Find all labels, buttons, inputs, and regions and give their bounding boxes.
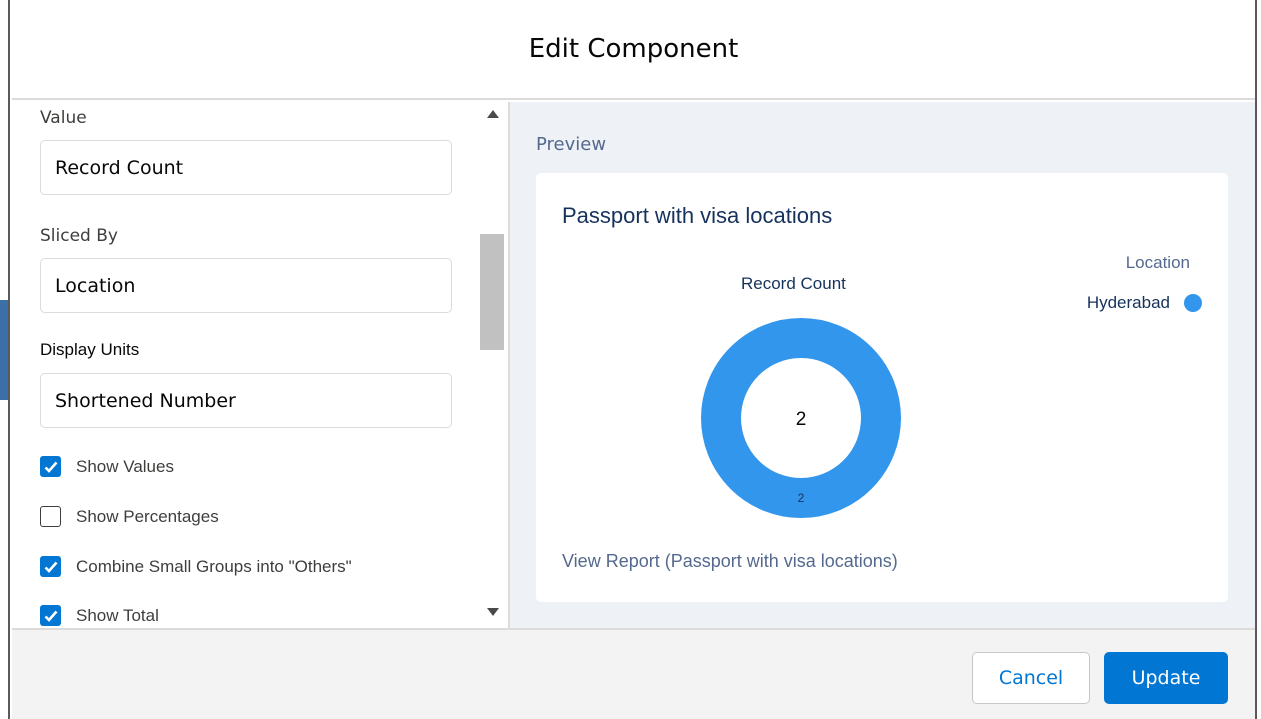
legend-item[interactable]: Hyderabad [1087,293,1202,313]
combine-small-groups-label: Combine Small Groups into "Others" [76,556,352,576]
checkmark-icon [44,610,57,622]
properties-panel: Value Record Count Sliced By Location Di… [12,102,508,628]
show-total-label: Show Total [76,605,159,625]
background-window-edge-right [1255,0,1261,719]
scroll-up-arrow-icon[interactable] [487,110,499,118]
combine-small-groups-checkbox[interactable] [40,556,61,577]
show-total-option[interactable]: Show Total [40,605,159,626]
chart-measure-label: Record Count [741,274,846,293]
show-percentages-option[interactable]: Show Percentages [40,506,219,527]
legend-title: Location [1125,253,1190,272]
donut-chart[interactable]: 22 [696,313,906,523]
show-values-checkbox[interactable] [40,456,61,477]
modal-footer: Cancel Update [12,628,1255,719]
preview-card: Passport with visa locations Record Coun… [536,173,1228,602]
show-percentages-checkbox[interactable] [40,506,61,527]
show-total-checkbox[interactable] [40,605,61,626]
modal-title: Edit Component [528,34,739,64]
checkmark-icon [44,561,57,573]
cancel-button[interactable]: Cancel [972,652,1090,704]
value-label: Value [40,108,87,128]
show-values-option[interactable]: Show Values [40,456,174,477]
edit-component-modal: Edit Component Value Record Count Sliced… [12,0,1255,719]
view-report-link[interactable]: View Report (Passport with visa location… [562,551,898,572]
legend-dot-icon [1184,294,1202,312]
sliced-by-field[interactable]: Location [40,258,452,313]
slice-value-label: 2 [798,491,805,505]
preview-label: Preview [536,134,607,155]
background-window-edge [0,0,10,719]
display-units-field[interactable]: Shortened Number [40,373,452,428]
display-units-label: Display Units [40,340,140,359]
legend-item-label: Hyderabad [1086,293,1170,312]
update-button[interactable]: Update [1104,652,1228,704]
show-percentages-label: Show Percentages [76,506,219,526]
value-field[interactable]: Record Count [40,140,452,195]
scroll-thumb[interactable] [480,234,504,350]
checkmark-icon [44,461,57,473]
scroll-down-arrow-icon[interactable] [487,608,499,616]
donut-total-label: 2 [796,409,807,430]
chart-title: Passport with visa locations [562,203,833,228]
modal-header: Edit Component [12,0,1255,100]
properties-scrollbar[interactable] [478,102,508,628]
show-values-label: Show Values [76,456,174,476]
combine-small-groups-option[interactable]: Combine Small Groups into "Others" [40,556,352,577]
sliced-by-label: Sliced By [40,226,118,246]
preview-panel: Preview Passport with visa locations Rec… [508,102,1255,628]
